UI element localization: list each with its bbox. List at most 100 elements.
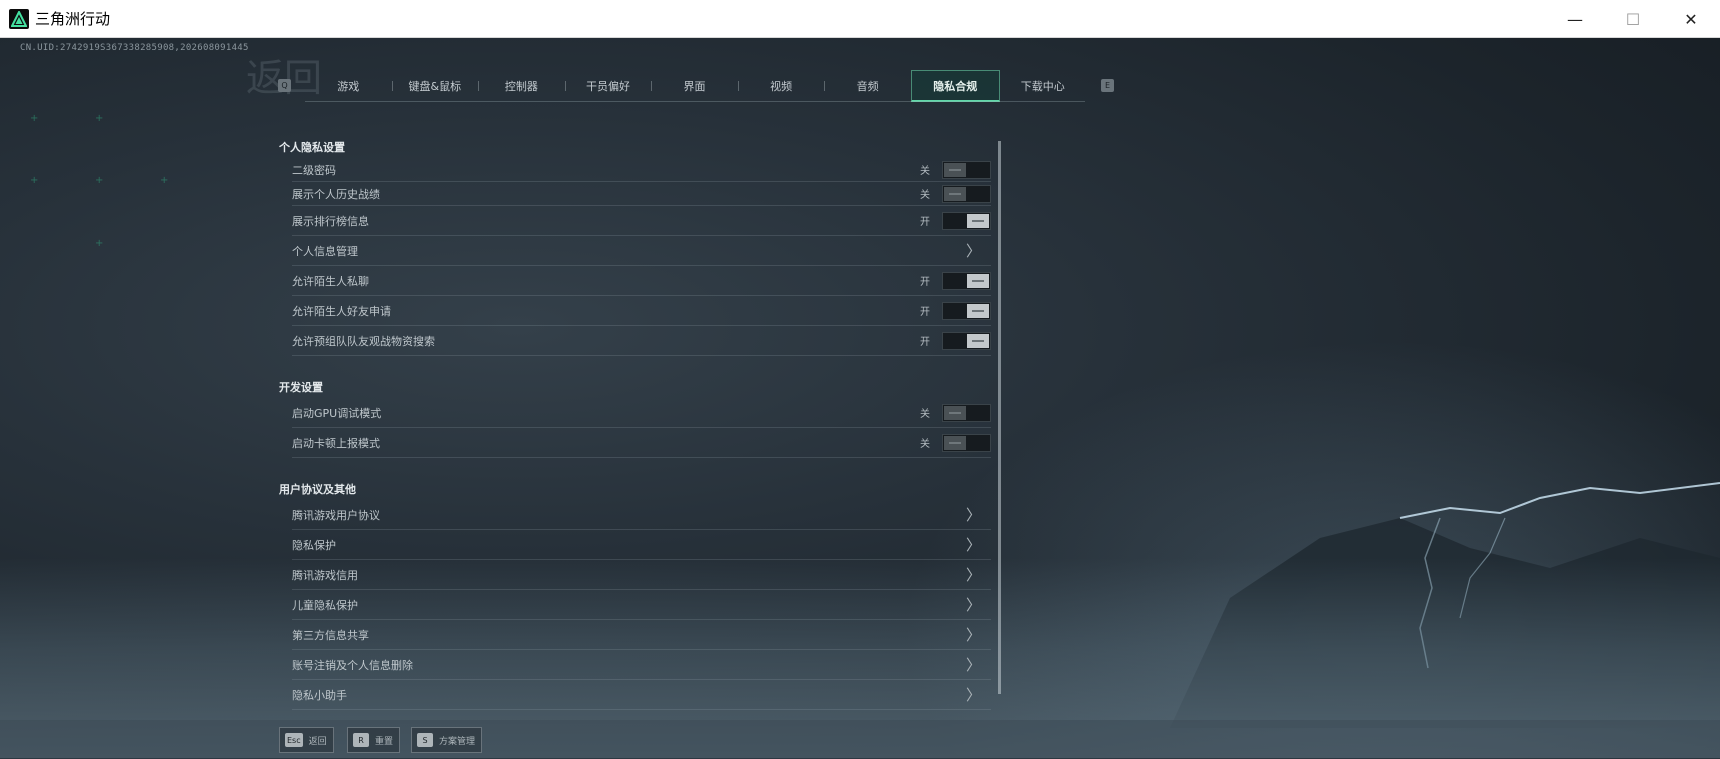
- back-label: 返回: [308, 736, 327, 747]
- setting-row: 允许陌生人私聊 开: [292, 266, 991, 296]
- setting-label: 隐私保护: [292, 538, 336, 552]
- setting-label: 隐私小助手: [292, 688, 347, 702]
- settings-tabbar: Q 游戏 键盘&鼠标 控制器 干员偏好 界面 视频 音频 隐私合规 下载中心 E: [275, 70, 1114, 102]
- maximize-button[interactable]: ☐: [1604, 0, 1662, 38]
- tab-game[interactable]: 游戏: [305, 70, 392, 102]
- reset-button[interactable]: R 重置: [347, 727, 401, 753]
- setting-row[interactable]: 第三方信息共享 〉: [292, 620, 991, 650]
- hud-marker-icon: +: [30, 175, 39, 186]
- bottom-action-bar: Esc 返回 R 重置 S 方案管理: [0, 720, 1720, 759]
- setting-row: 展示个人历史战绩 关: [292, 182, 991, 206]
- reset-label: 重置: [375, 736, 394, 747]
- esc-key-hint: Esc: [285, 733, 303, 747]
- toggle-state-label: 关: [920, 166, 930, 177]
- hud-marker-icon: +: [95, 175, 104, 186]
- tab-privacy-compliance[interactable]: 隐私合规: [910, 70, 1000, 102]
- setting-label: 腾讯游戏信用: [292, 568, 358, 582]
- minimize-button[interactable]: —: [1546, 0, 1604, 38]
- toggle-switch[interactable]: [942, 403, 991, 422]
- player-uid-text: CN.UID:2742919S367338285908,202608091445: [20, 43, 249, 53]
- toggle-knob: [944, 435, 966, 450]
- setting-row: 启动卡顿上报模式 关: [292, 428, 991, 458]
- app-logo-icon: [9, 8, 29, 29]
- agreements-list: 腾讯游戏用户协议〉隐私保护〉腾讯游戏信用〉儿童隐私保护〉第三方信息共享〉账号注销…: [275, 500, 995, 710]
- toggle-knob: [944, 405, 966, 420]
- window-title: 三角洲行动: [35, 10, 111, 28]
- toggle-knob: [944, 162, 966, 177]
- back-button[interactable]: Esc 返回: [279, 727, 334, 753]
- tab-controller[interactable]: 控制器: [478, 70, 565, 102]
- tab-left-key-hint[interactable]: Q: [278, 79, 291, 92]
- toggle-knob: [944, 186, 966, 201]
- toggle-state-label: 开: [920, 277, 930, 288]
- window-titlebar: 三角洲行动 — ☐ ✕: [0, 0, 1720, 38]
- setting-label: 腾讯游戏用户协议: [292, 508, 380, 522]
- chevron-right-icon: 〉: [965, 686, 981, 704]
- tab-video[interactable]: 视频: [737, 70, 825, 102]
- r-key-hint: R: [353, 733, 369, 747]
- window-controls: — ☐ ✕: [1546, 0, 1720, 38]
- tab-audio[interactable]: 音频: [824, 70, 911, 102]
- toggle-state-label: 关: [920, 409, 930, 420]
- section-title-developer: 开发设置: [279, 381, 323, 394]
- toggle-knob: [967, 303, 989, 318]
- toggle-switch[interactable]: [942, 160, 991, 179]
- chevron-right-icon: 〉: [965, 536, 981, 554]
- setting-row: 启动GPU调试模式 关: [292, 398, 991, 428]
- tab-download-center[interactable]: 下载中心: [1000, 70, 1087, 102]
- setting-label: 允许陌生人好友申请: [292, 304, 391, 318]
- chevron-right-icon: 〉: [965, 242, 981, 260]
- setting-row[interactable]: 儿童隐私保护 〉: [292, 590, 991, 620]
- chevron-right-icon: 〉: [965, 506, 981, 524]
- chevron-right-icon: 〉: [965, 596, 981, 614]
- chevron-right-icon: 〉: [965, 656, 981, 674]
- setting-row: 允许陌生人好友申请 开: [292, 296, 991, 326]
- tab-right-key-hint[interactable]: E: [1101, 79, 1114, 92]
- setting-label: 展示个人历史战绩: [292, 187, 380, 201]
- tab-operator-preference[interactable]: 干员偏好: [564, 70, 652, 102]
- toggle-switch[interactable]: [942, 271, 991, 290]
- chevron-right-icon: 〉: [965, 566, 981, 584]
- toggle-state-label: 开: [920, 307, 930, 318]
- setting-label: 二级密码: [292, 163, 336, 177]
- chevron-right-icon: 〉: [965, 626, 981, 644]
- hud-marker-icon: +: [160, 175, 169, 186]
- settings-tabs: 游戏 键盘&鼠标 控制器 干员偏好 界面 视频 音频 隐私合规 下载中心: [305, 70, 1086, 102]
- toggle-state-label: 关: [920, 190, 930, 201]
- close-button[interactable]: ✕: [1662, 0, 1720, 38]
- hud-marker-icon: +: [95, 238, 104, 249]
- toggle-knob: [967, 213, 989, 228]
- panel-scrollbar[interactable]: [998, 141, 1001, 694]
- setting-label: 允许预组队队友观战物资搜索: [292, 334, 435, 348]
- toggle-switch[interactable]: [942, 331, 991, 350]
- setting-row[interactable]: 个人信息管理 〉: [292, 236, 991, 266]
- s-key-hint: S: [417, 733, 433, 747]
- developer-settings-list: 启动GPU调试模式关启动卡顿上报模式关: [275, 398, 995, 458]
- setting-label: 允许陌生人私聊: [292, 274, 369, 288]
- setting-label: 账号注销及个人信息删除: [292, 658, 413, 672]
- setting-row: 允许预组队队友观战物资搜索 开: [292, 326, 991, 356]
- preset-management-button[interactable]: S 方案管理: [411, 727, 483, 753]
- toggle-state-label: 关: [920, 439, 930, 450]
- toggle-knob: [967, 333, 989, 348]
- setting-label: 展示排行榜信息: [292, 214, 369, 228]
- toggle-switch[interactable]: [942, 433, 991, 452]
- setting-row[interactable]: 隐私保护 〉: [292, 530, 991, 560]
- toggle-state-label: 开: [920, 217, 930, 228]
- setting-label: 个人信息管理: [292, 244, 358, 258]
- hud-marker-icon: +: [30, 113, 39, 124]
- setting-row[interactable]: 隐私小助手 〉: [292, 680, 991, 710]
- game-viewport: + + + + + + CN.UID:2742919S367338285908,…: [0, 38, 1720, 759]
- tab-interface[interactable]: 界面: [651, 70, 738, 102]
- tab-keyboard-mouse[interactable]: 键盘&鼠标: [391, 70, 479, 102]
- setting-row[interactable]: 腾讯游戏信用 〉: [292, 560, 991, 590]
- setting-row[interactable]: 腾讯游戏用户协议 〉: [292, 500, 991, 530]
- toggle-switch[interactable]: [942, 301, 991, 320]
- toggle-state-label: 开: [920, 337, 930, 348]
- setting-row: 展示排行榜信息 开: [292, 206, 991, 236]
- toggle-switch[interactable]: [942, 184, 991, 203]
- preset-management-label: 方案管理: [439, 736, 476, 747]
- setting-row: 二级密码 关: [292, 158, 991, 182]
- toggle-switch[interactable]: [942, 211, 991, 230]
- setting-row[interactable]: 账号注销及个人信息删除 〉: [292, 650, 991, 680]
